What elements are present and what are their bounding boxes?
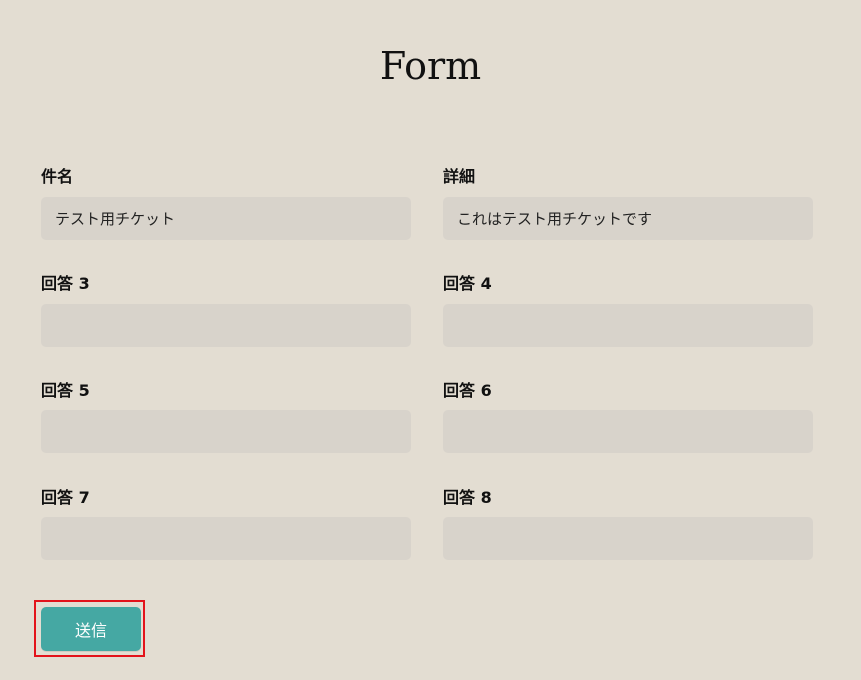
details-label: 詳細 (443, 167, 476, 186)
details-input[interactable] (443, 197, 813, 240)
submit-button[interactable]: 送信 (41, 607, 141, 651)
answer-7-input[interactable] (41, 517, 411, 560)
answer-7-label: 回答 7 (41, 488, 90, 507)
answer-4-label: 回答 4 (443, 274, 492, 293)
answer-6-input[interactable] (443, 410, 813, 453)
answer-3-input[interactable] (41, 304, 411, 347)
answer-6-label: 回答 6 (443, 381, 492, 400)
answer-8-input[interactable] (443, 517, 813, 560)
answer-8-label: 回答 8 (443, 488, 492, 507)
answer-4-input[interactable] (443, 304, 813, 347)
page-title: Form (379, 44, 482, 88)
answer-3-label: 回答 3 (41, 274, 90, 293)
subject-label: 件名 (41, 167, 74, 186)
subject-input[interactable] (41, 197, 411, 240)
answer-5-label: 回答 5 (41, 381, 90, 400)
answer-5-input[interactable] (41, 410, 411, 453)
